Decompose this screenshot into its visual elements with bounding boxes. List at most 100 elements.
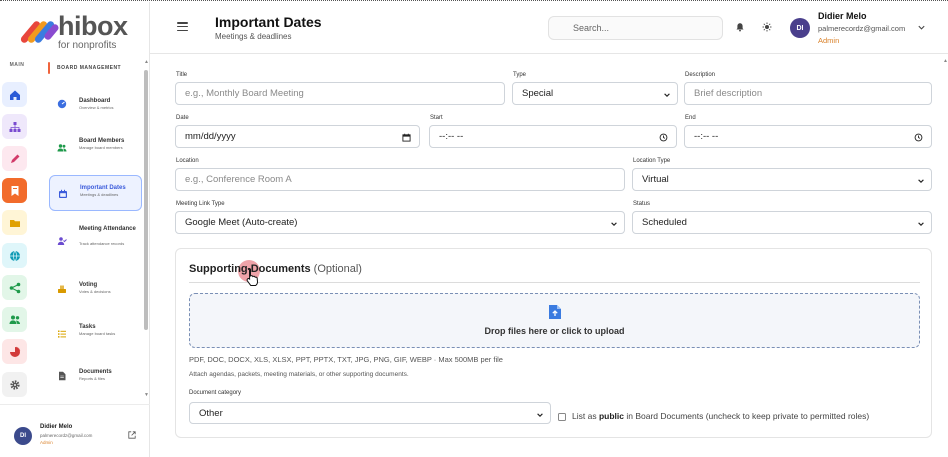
document-icon <box>59 371 66 381</box>
sidebar-item-meeting-attendance[interactable]: Meeting Attendance Track attendance recor… <box>49 217 142 263</box>
type-select[interactable]: Special <box>512 82 678 105</box>
sun-icon[interactable] <box>762 22 772 32</box>
meeting-link-type-value: Google Meet (Auto-create) <box>185 217 298 228</box>
description-input[interactable]: Brief description <box>684 82 932 105</box>
sidebar-item-title: Tasks <box>79 324 96 330</box>
allowed-formats: PDF, DOC, DOCX, XLS, XLSX, PPT, PPTX, TX… <box>189 355 503 364</box>
start-label: Start <box>430 115 443 121</box>
chevron-down-icon <box>918 179 924 183</box>
document-category-select[interactable]: Other <box>189 402 551 424</box>
sidebar-item-subtitle: Manage board members <box>79 145 123 150</box>
rail-button-bookmark[interactable] <box>2 178 27 203</box>
rail-button-globe[interactable] <box>2 243 27 268</box>
sidebar-item-title: Meeting Attendance <box>79 226 136 232</box>
sidebar: hibox for nonprofits MAIN BOARD MANAGEME… <box>0 2 150 457</box>
clock-icon[interactable] <box>659 133 668 142</box>
date-input[interactable]: mm/dd/yyyy <box>175 125 420 148</box>
sidebar-item-tasks[interactable]: Tasks Manage board tasks <box>49 315 142 355</box>
calendar-icon[interactable] <box>402 133 411 142</box>
home-icon <box>9 90 20 100</box>
title-input[interactable]: e.g., Monthly Board Meeting <box>175 82 505 105</box>
location-input[interactable]: e.g., Conference Room A <box>175 168 625 191</box>
sidebar-item-subtitle: Meetings & deadlines <box>80 192 119 197</box>
main-scroll-up-icon[interactable]: ▲ <box>943 59 948 64</box>
calendar-icon <box>59 189 67 198</box>
file-dropzone[interactable]: Drop files here or click to upload <box>189 293 920 348</box>
rail-button-gear[interactable] <box>2 372 27 397</box>
title-label: Title <box>176 72 188 78</box>
sidebar-user[interactable]: DI Didier Melo palmerecordz@gmail.com Ad… <box>0 404 150 457</box>
sidebar-item-documents[interactable]: Documents Reports & files <box>49 354 142 394</box>
document-category-value: Other <box>199 407 223 419</box>
brand-logo[interactable]: hibox for nonprofits <box>19 11 128 52</box>
sidebar-item-voting[interactable]: Voting Votes & decisions <box>49 269 142 309</box>
tasks-icon <box>58 330 66 338</box>
globe-icon <box>9 250 20 261</box>
sidebar-item-title: Dashboard <box>79 98 111 104</box>
vote-icon <box>58 285 66 293</box>
sidebar-item-title: Important Dates <box>80 185 126 191</box>
divider <box>189 282 920 283</box>
public-checkbox-label[interactable]: List as public in Board Documents (unche… <box>572 411 869 421</box>
sidebar-item-dashboard[interactable]: Dashboard Overview & metrics <box>49 83 142 123</box>
description-label: Description <box>685 72 716 78</box>
search-input[interactable] <box>548 16 723 40</box>
rail-button-folder[interactable] <box>2 210 27 235</box>
page-subtitle: Meetings & deadlines <box>215 32 292 41</box>
end-time-input[interactable]: --:-- -- <box>684 125 932 148</box>
clock-icon[interactable] <box>914 133 923 142</box>
sidebar-item-important-dates[interactable]: Important Dates Meetings & deadlines <box>49 175 142 211</box>
chevron-down-icon[interactable] <box>917 23 926 32</box>
header-user-role: Admin <box>818 36 840 45</box>
user-name: Didier Melo <box>40 424 73 430</box>
main-scrollbar[interactable]: ▲ <box>943 59 948 64</box>
document-category-label: Document category <box>189 390 242 396</box>
rail-button-home[interactable] <box>2 82 27 107</box>
start-time-input[interactable]: --:-- -- <box>429 125 677 148</box>
header-avatar[interactable]: DI <box>790 18 810 38</box>
nav-scrollbar[interactable]: ▲ ▼ <box>144 60 149 400</box>
public-checkbox[interactable] <box>558 413 566 421</box>
rail-button-marker[interactable] <box>2 146 27 171</box>
user-role: Admin <box>40 440 53 445</box>
location-type-value: Virtual <box>642 174 669 185</box>
org-chart-icon <box>9 121 20 132</box>
header-user-name: Didier Melo <box>818 11 867 21</box>
external-link-icon[interactable] <box>128 431 136 439</box>
rail-button-share[interactable] <box>2 275 27 300</box>
brand-name: hibox <box>58 11 128 41</box>
dropzone-text: Drop files here or click to upload <box>484 326 625 336</box>
nav-section-header: BOARD MANAGEMENT <box>48 61 121 75</box>
sidebar-item-subtitle: Reports & files <box>79 376 106 381</box>
end-label: End <box>685 115 696 121</box>
brand-tagline: for nonprofits <box>58 40 117 51</box>
meeting-link-type-select[interactable]: Google Meet (Auto-create) <box>175 211 625 234</box>
type-label: Type <box>513 72 527 78</box>
chevron-down-icon <box>918 222 924 226</box>
user-email: palmerecordz@gmail.com <box>40 433 93 438</box>
location-type-select[interactable]: Virtual <box>632 168 932 191</box>
scroll-up-icon[interactable]: ▲ <box>144 60 149 65</box>
scroll-down-icon[interactable]: ▼ <box>144 393 149 398</box>
rail-button-org-chart[interactable] <box>2 114 27 139</box>
nav-section-label: BOARD MANAGEMENT <box>57 65 122 71</box>
status-select[interactable]: Scheduled <box>632 211 932 234</box>
sidebar-item-board-members[interactable]: Board Members Manage board members <box>49 129 142 169</box>
rail-button-pie[interactable] <box>2 339 27 364</box>
bell-icon[interactable] <box>735 22 745 32</box>
bookmark-icon <box>11 185 18 196</box>
status-label: Status <box>633 201 651 207</box>
sidebar-item-subtitle: Votes & decisions <box>79 289 111 294</box>
status-value: Scheduled <box>642 217 687 228</box>
date-value: mm/dd/yyyy <box>185 131 236 142</box>
share-icon <box>9 282 20 293</box>
nav-scroll-thumb[interactable] <box>144 70 148 330</box>
file-upload-icon <box>549 305 561 319</box>
supporting-documents-card: Supporting Documents (Optional) Drop fil… <box>175 248 932 438</box>
documents-title: Supporting Documents (Optional) <box>189 263 362 275</box>
menu-icon[interactable] <box>177 22 188 32</box>
rail-button-users[interactable] <box>2 307 27 332</box>
documents-optional: (Optional) <box>313 263 362 275</box>
sidebar-item-subtitle: Manage board tasks <box>79 331 116 336</box>
sidebar-item-title: Documents <box>79 369 112 375</box>
